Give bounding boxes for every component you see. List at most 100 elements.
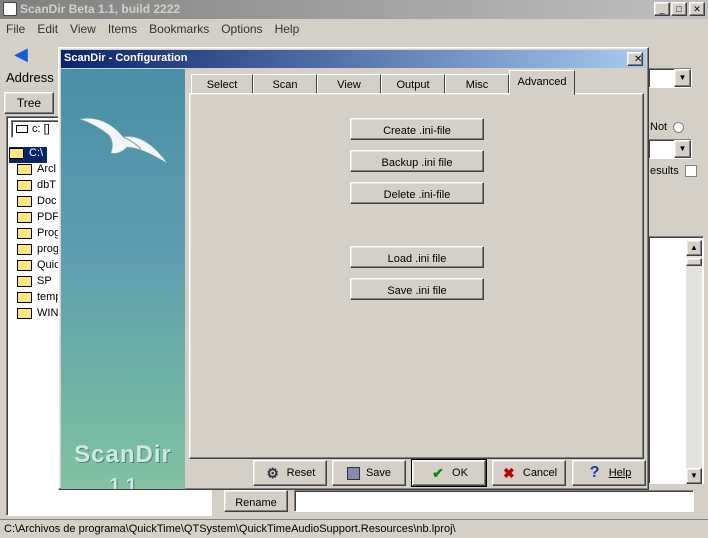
ok-label: OK [452, 467, 468, 479]
scroll-thumb[interactable] [686, 258, 702, 266]
open-folder-icon [9, 147, 24, 159]
address-label: Address [6, 70, 54, 85]
load-ini-button[interactable]: Load .ini file [350, 246, 484, 268]
tree-item-label: WIN [37, 307, 59, 319]
tree-item[interactable]: prog [17, 243, 59, 259]
folder-icon [17, 275, 32, 287]
cancel-x-icon: ✖ [503, 465, 515, 481]
drive-label: c: [] [32, 123, 50, 135]
advanced-tab-panel: Create .ini-file Backup .ini file Delete… [189, 93, 644, 459]
folder-icon [17, 179, 32, 191]
tree-item-label: SP [37, 275, 52, 287]
create-ini-button[interactable]: Create .ini-file [350, 118, 484, 140]
main-window-title-bar[interactable]: ScanDir Beta 1.1, build 2222 [0, 0, 708, 19]
dialog-title-bar[interactable]: ScanDir - Configuration ✕ [61, 50, 646, 68]
chevron-down-icon[interactable]: ▼ [674, 140, 691, 158]
tab-view[interactable]: View [317, 74, 381, 94]
app-magnifier-icon [3, 2, 17, 16]
back-arrow-icon[interactable]: ◀ [14, 44, 28, 65]
folder-icon [17, 243, 32, 255]
tab-misc[interactable]: Misc [445, 74, 509, 94]
checkbox-icon [684, 165, 697, 178]
help-button[interactable]: ? Help [572, 460, 646, 486]
tree-item-label: Arcl [37, 163, 56, 175]
menu-view[interactable]: View [64, 20, 102, 38]
save-button[interactable]: Save [332, 460, 406, 486]
folder-icon [17, 307, 32, 319]
help-question-icon: ? [589, 464, 600, 481]
menu-edit[interactable]: Edit [31, 20, 64, 38]
menu-items[interactable]: Items [102, 20, 143, 38]
folder-icon [17, 195, 32, 207]
help-label: Help [608, 467, 632, 479]
tree-item[interactable]: Quic [17, 259, 60, 275]
tab-output[interactable]: Output [381, 74, 445, 94]
cancel-button[interactable]: ✖ Cancel [492, 460, 566, 486]
tree-item[interactable]: PDF [17, 211, 59, 227]
status-bar: C:\Archivos de programa\QuickTime\QTSyst… [0, 519, 708, 538]
menu-bookmarks[interactable]: Bookmarks [143, 20, 215, 38]
splash-version: 1.1 [109, 475, 137, 489]
tree-item[interactable]: dbT [17, 179, 56, 195]
floppy-disk-icon [346, 466, 360, 480]
tab-scan[interactable]: Scan [253, 74, 317, 94]
reset-gear-icon: ⚙ [266, 465, 279, 481]
configuration-dialog: ScanDir - Configuration ✕ ScanDir 1.1 Se… [58, 47, 649, 490]
not-label: Not [650, 121, 668, 133]
save-label: Save [365, 467, 392, 479]
tree-item[interactable]: WIN [17, 307, 58, 323]
folder-icon [17, 259, 32, 271]
vertical-scrollbar[interactable]: ▲ ▼ [686, 240, 702, 484]
tree-item[interactable]: temp [17, 291, 61, 307]
close-button[interactable]: ✕ [689, 2, 705, 16]
scroll-down-icon[interactable]: ▼ [686, 468, 702, 484]
dialog-close-button[interactable]: ✕ [627, 52, 643, 66]
tree-item[interactable]: Arcl [17, 163, 56, 179]
checkmark-icon: ✔ [432, 465, 444, 481]
reset-button[interactable]: ⚙ Reset [253, 460, 327, 486]
tab-advanced[interactable]: Advanced [509, 70, 575, 95]
folder-icon [17, 211, 32, 223]
menu-bar: File Edit View Items Bookmarks Options Help [0, 20, 708, 38]
maximize-button[interactable]: □ [671, 2, 687, 16]
folder-icon [17, 163, 32, 175]
drive-icon [16, 125, 28, 134]
tree-item[interactable]: SP [17, 275, 52, 291]
tab-tree[interactable]: Tree [4, 92, 54, 114]
tree-item[interactable]: Prog [17, 227, 60, 243]
tree-item-label: dbT [37, 179, 56, 191]
splash-app-name: ScanDir [74, 441, 172, 468]
menu-help[interactable]: Help [269, 20, 306, 38]
tree-root[interactable]: C:\ [9, 147, 48, 163]
rename-input[interactable] [294, 490, 694, 512]
main-window-title: ScanDir Beta 1.1, build 2222 [20, 2, 181, 16]
tree-item-label: Prog [37, 227, 61, 239]
minimize-button[interactable]: _ [654, 2, 670, 16]
save-ini-button[interactable]: Save .ini file [350, 278, 484, 300]
folder-icon [17, 227, 32, 239]
tree-item-label: prog [37, 243, 60, 255]
tree-item-label: Doc [37, 195, 57, 207]
delete-ini-button[interactable]: Delete .ini-file [350, 182, 484, 204]
menu-file[interactable]: File [0, 20, 31, 38]
backup-ini-button[interactable]: Backup .ini file [350, 150, 484, 172]
tree-root-label: C:\ [29, 147, 44, 159]
tree-item[interactable]: Doc [17, 195, 57, 211]
radio-icon [673, 121, 685, 133]
menu-options[interactable]: Options [215, 20, 268, 38]
splash-panel: ScanDir 1.1 [61, 69, 185, 489]
scroll-up-icon[interactable]: ▲ [686, 240, 702, 256]
reset-label: Reset [286, 467, 316, 479]
tree-item-label: PDF [37, 211, 59, 223]
not-radio[interactable]: Not [650, 121, 685, 133]
results-label: esults [650, 165, 679, 177]
ok-button[interactable]: ✔ OK [411, 459, 487, 487]
results-checkbox[interactable]: esults [650, 165, 697, 178]
folder-icon [17, 291, 32, 303]
seagull-icon [79, 118, 168, 164]
dialog-title: ScanDir - Configuration [64, 52, 188, 64]
tab-select[interactable]: Select [191, 74, 253, 94]
cancel-label: Cancel [522, 467, 558, 479]
rename-button[interactable]: Rename [224, 490, 288, 512]
chevron-down-icon[interactable]: ▼ [674, 69, 691, 87]
